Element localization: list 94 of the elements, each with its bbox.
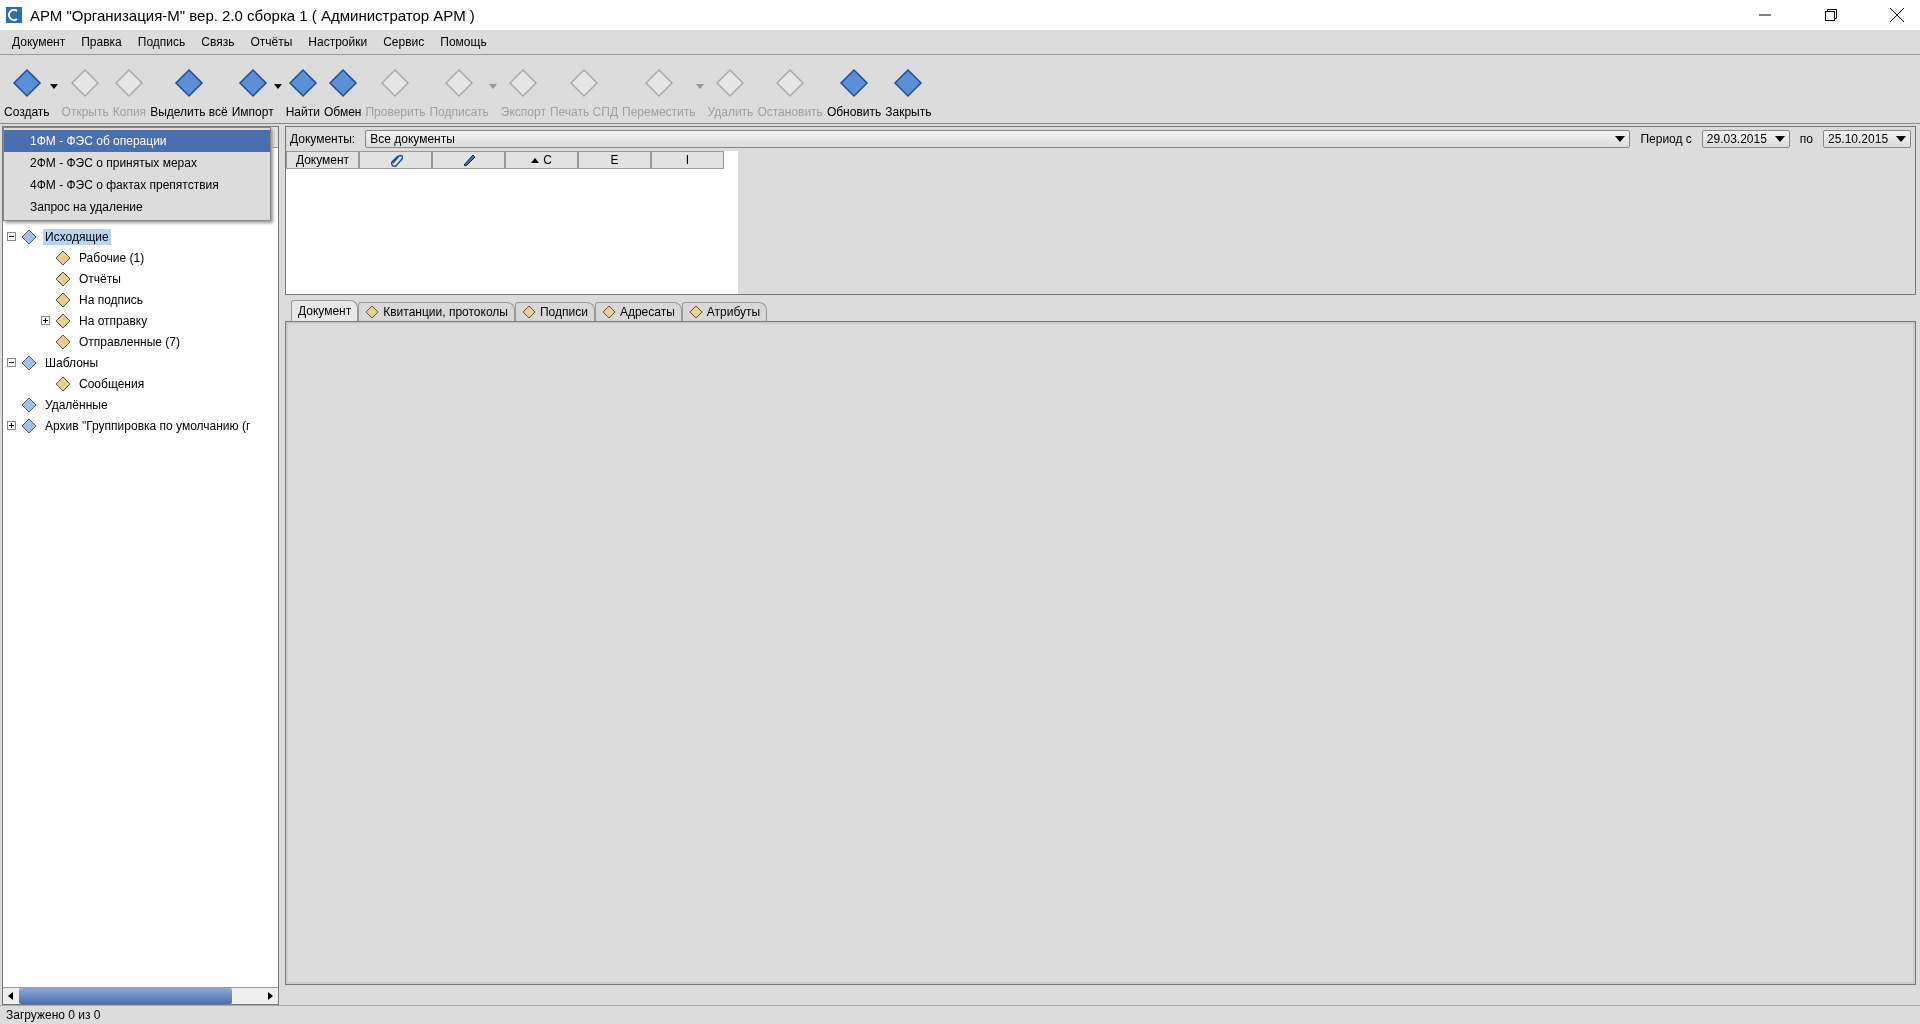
expand-icon[interactable] (41, 316, 50, 325)
menu-item[interactable]: 1ФМ - ФЭС об операции (4, 130, 270, 152)
document-icon (54, 374, 72, 393)
dropdown-arrow-icon (1896, 136, 1906, 142)
diamond-icon (326, 67, 359, 99)
document-icon (54, 290, 72, 309)
diamond-icon (642, 67, 675, 99)
period-label: Период с (1640, 132, 1692, 146)
document-icon (54, 332, 72, 351)
menu-item[interactable]: Запрос на удаление (4, 196, 270, 218)
document-icon (54, 269, 72, 288)
diamond-icon (507, 67, 540, 99)
collapse-icon[interactable] (7, 232, 16, 241)
diamond-icon (379, 67, 412, 99)
caret-icon[interactable] (49, 84, 58, 89)
tree-item[interactable]: Рабочие (1) (77, 249, 147, 266)
tree-item[interactable]: На подпись (77, 291, 146, 308)
scrollbar[interactable] (3, 987, 278, 1004)
menu-item[interactable]: 2ФМ - ФЭС о принятых мерах (4, 152, 270, 174)
column-header[interactable]: C (505, 151, 578, 169)
close-icon (1890, 8, 1904, 22)
diamond-icon (892, 67, 925, 99)
document-icon (20, 353, 38, 372)
dropdown-arrow-icon (1615, 136, 1626, 142)
expand-icon[interactable] (7, 421, 16, 430)
date-to-field[interactable]: 25.10.2015 (1823, 130, 1911, 148)
tab[interactable]: Документ (291, 300, 359, 321)
diamond-icon (443, 67, 476, 99)
menu-item[interactable]: Настройки (300, 35, 376, 49)
tree-item[interactable]: Исходящие (43, 228, 111, 245)
tab[interactable]: Адресаты (594, 302, 682, 321)
caret-icon[interactable] (273, 84, 282, 89)
menu-item[interactable]: 4ФМ - ФЭС о фактах препятствия (4, 174, 270, 196)
dropdown-arrow-icon (1774, 136, 1785, 142)
status-text: Загружено 0 из 0 (6, 1008, 101, 1022)
menu-item[interactable]: Сервис (375, 35, 433, 49)
diamond-icon (365, 305, 380, 319)
menu-item[interactable]: Помощь (432, 35, 495, 49)
to-label: по (1799, 132, 1813, 146)
diamond-icon (172, 67, 205, 99)
diamond-icon (714, 67, 747, 99)
column-header[interactable] (432, 151, 505, 169)
diamond-icon (286, 67, 319, 99)
toolbar-button[interactable]: Закрыть (883, 67, 934, 119)
document-icon (54, 248, 72, 267)
menu-item[interactable]: Связь (193, 35, 243, 49)
window-title: АРМ "Организация-М" вер. 2.0 сборка 1 ( Администратор АРМ ) (30, 6, 476, 24)
paperclip-icon (388, 153, 403, 167)
restore-icon (1825, 9, 1837, 21)
document-icon (20, 416, 38, 435)
tab[interactable]: Подписи (514, 302, 595, 321)
diamond-icon (113, 67, 146, 99)
column-header[interactable] (359, 151, 432, 169)
documents-label: Документы: (290, 132, 356, 146)
tree-item[interactable]: Отчёты (77, 270, 123, 287)
diamond-icon (838, 67, 871, 99)
tab[interactable]: Атрибуты (681, 302, 768, 321)
scroll-thumb[interactable] (19, 988, 232, 1004)
menu-item[interactable]: Правка (73, 35, 130, 49)
document-icon (54, 311, 72, 330)
diamond-icon (568, 67, 600, 99)
column-header[interactable]: Документ (286, 151, 359, 169)
tree-item[interactable]: Отправленные (7) (77, 333, 182, 350)
diamond-icon (774, 67, 807, 99)
menu-item[interactable]: Отчёты (242, 35, 301, 49)
diamond-icon (10, 67, 43, 99)
documents-dropdown[interactable]: Все документы (365, 130, 1631, 148)
menu-item[interactable]: Документ (4, 35, 74, 49)
toolbar-button[interactable]: Создать (2, 67, 52, 119)
toolbar-button[interactable]: Обновить (824, 67, 884, 119)
column-header[interactable]: I (651, 151, 724, 169)
diamond-icon (521, 305, 536, 319)
menu-item[interactable]: Подпись (129, 35, 194, 49)
diamond-icon (688, 305, 703, 319)
diamond-icon (601, 305, 616, 319)
diamond-icon (236, 67, 269, 99)
pen-icon (461, 153, 476, 167)
tree-item[interactable]: На отправку (77, 312, 150, 329)
tab[interactable]: Квитанции, протоколы (358, 302, 515, 321)
diamond-icon (69, 67, 102, 99)
document-icon (20, 227, 38, 246)
date-from-field[interactable]: 29.03.2015 (1701, 130, 1790, 148)
tree-item[interactable]: Шаблоны (43, 354, 101, 371)
toolbar-button[interactable]: Импорт (229, 67, 276, 119)
document-icon (20, 395, 38, 414)
tree-item[interactable]: Архив "Группировка по умолчанию (г (43, 417, 253, 434)
toolbar-button[interactable]: Найти (283, 67, 322, 119)
tree-item[interactable]: Сообщения (77, 375, 147, 392)
tree-item[interactable]: Удалённые (43, 396, 110, 413)
toolbar-button[interactable]: Выделить всё (148, 67, 230, 119)
column-header[interactable]: E (578, 151, 651, 169)
toolbar-button[interactable]: Обмен (321, 67, 364, 119)
collapse-icon[interactable] (7, 358, 16, 367)
app-icon (6, 7, 22, 23)
